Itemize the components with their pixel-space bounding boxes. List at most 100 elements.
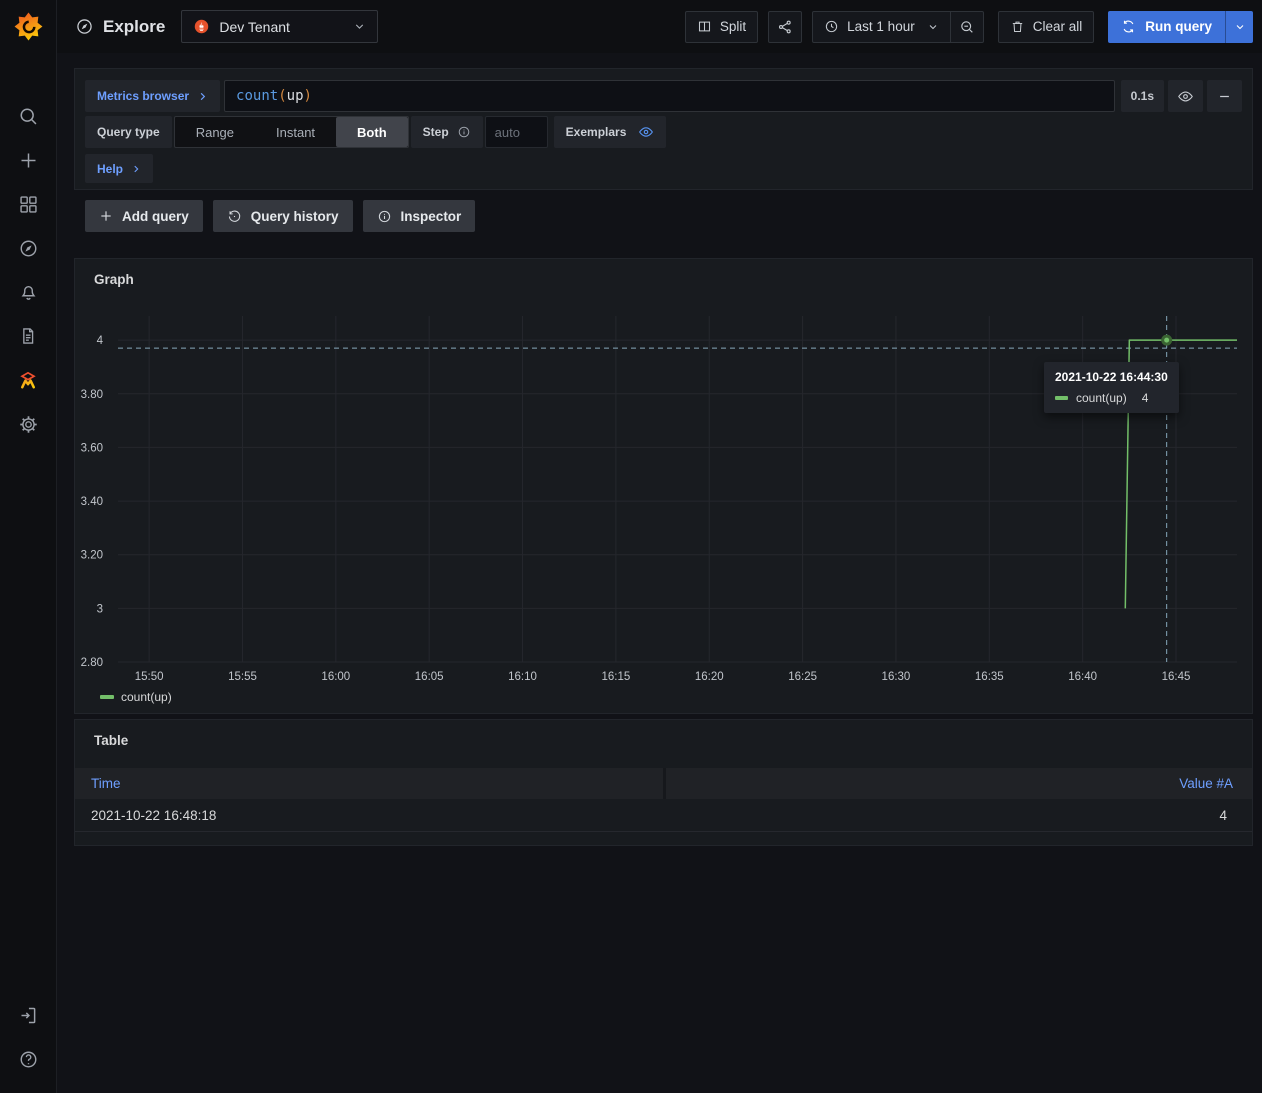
svg-text:16:45: 16:45 (1162, 671, 1191, 683)
history-icon (227, 209, 242, 224)
zoom-out-icon (959, 19, 975, 35)
query-history-button[interactable]: Query history (213, 200, 353, 232)
document-icon (18, 326, 38, 346)
explore-compass-icon (75, 17, 94, 36)
svg-text:3: 3 (97, 603, 103, 615)
table-header-time[interactable]: Time (75, 768, 663, 799)
explore-compass-icon (18, 238, 39, 259)
step-label-text: Step (423, 125, 449, 139)
query-row: Metrics browser count(up) 0.1s (85, 80, 1242, 112)
run-query-label: Run query (1145, 19, 1212, 34)
grafana-explore-app: Explore Dev Tenant Split (0, 0, 1262, 1093)
step-label: Step (411, 116, 483, 148)
query-paren-token: ) (304, 88, 312, 104)
sidebar-item-explore[interactable] (8, 228, 48, 268)
svg-text:16:00: 16:00 (321, 671, 350, 683)
svg-text:16:20: 16:20 (695, 671, 724, 683)
sync-icon (1121, 19, 1136, 34)
svg-text:15:55: 15:55 (228, 671, 257, 683)
trash-icon (1010, 19, 1025, 34)
sidebar-item-dashboards[interactable] (8, 184, 48, 224)
prometheus-icon (193, 18, 210, 35)
table-panel: Table Time Value #A 2021-10-22 16:48:18 … (74, 719, 1253, 846)
graph-tooltip: 2021-10-22 16:44:30 count(up) 4 (1044, 362, 1179, 413)
grafana-logo[interactable] (8, 6, 48, 46)
svg-text:16:15: 16:15 (601, 671, 630, 683)
legend-series-label: count(up) (121, 690, 172, 704)
clear-all-button[interactable]: Clear all (998, 11, 1095, 43)
query-type-both[interactable]: Both (336, 117, 408, 147)
add-query-label: Add query (122, 209, 189, 224)
graph-legend-item[interactable]: count(up) (100, 690, 172, 704)
dashboards-icon (18, 194, 39, 215)
tooltip-series-swatch (1055, 396, 1068, 400)
share-button[interactable] (768, 11, 802, 43)
help-button[interactable]: Help (85, 154, 153, 183)
svg-text:3.40: 3.40 (81, 496, 103, 508)
chevron-right-icon (197, 91, 208, 102)
chevron-right-icon (131, 164, 141, 174)
sidebar-item-alerting[interactable] (8, 272, 48, 312)
tooltip-series-value: 4 (1142, 391, 1149, 405)
tooltip-timestamp: 2021-10-22 16:44:30 (1055, 370, 1168, 384)
sidebar-item-mimir[interactable] (8, 360, 48, 400)
datasource-picker[interactable]: Dev Tenant (181, 10, 378, 43)
run-query-main[interactable]: Run query (1108, 11, 1225, 43)
step-input[interactable] (485, 116, 548, 148)
info-circle-icon (377, 209, 392, 224)
svg-text:16:25: 16:25 (788, 671, 817, 683)
query-editor-panel: Metrics browser count(up) 0.1s (74, 68, 1253, 190)
graph-panel: Graph 43.803.603.403.2032.8015:5015:5516… (74, 258, 1253, 714)
exemplars-eye-icon[interactable] (638, 124, 654, 140)
page-title: Explore (103, 17, 165, 37)
query-actions-row: Add query Query history Inspector (85, 200, 475, 232)
split-label: Split (720, 19, 746, 34)
query-type-label: Query type (85, 116, 172, 148)
remove-query-button[interactable] (1207, 80, 1242, 112)
add-query-button[interactable]: Add query (85, 200, 203, 232)
sidebar-item-help[interactable] (8, 1039, 48, 1079)
query-argument-token: up (287, 88, 304, 104)
eye-icon (1177, 88, 1194, 105)
search-icon (18, 106, 39, 127)
query-options-row: Query type Range Instant Both Step Exemp… (85, 116, 1242, 148)
time-range-picker[interactable]: Last 1 hour (812, 11, 951, 43)
svg-text:16:05: 16:05 (415, 671, 444, 683)
tooltip-series-label: count(up) (1076, 391, 1127, 405)
svg-text:2.80: 2.80 (81, 657, 103, 669)
clear-all-label: Clear all (1033, 19, 1083, 34)
settings-gear-icon (18, 414, 39, 435)
graph-canvas[interactable]: 43.803.603.403.2032.8015:5015:5516:0016:… (75, 259, 1252, 713)
svg-text:3.80: 3.80 (81, 389, 103, 401)
zoom-out-button[interactable] (951, 11, 984, 43)
legend-series-swatch (100, 695, 114, 699)
toggle-visibility-button[interactable] (1168, 80, 1203, 112)
plus-icon (18, 150, 39, 171)
sidebar-item-search[interactable] (8, 96, 48, 136)
sidebar-item-create[interactable] (8, 140, 48, 180)
table-row: 2021-10-22 16:48:18 4 (75, 799, 1252, 832)
help-row: Help (85, 154, 1242, 183)
query-expression-input[interactable]: count(up) (224, 80, 1115, 112)
exemplars-label-text: Exemplars (566, 125, 627, 139)
svg-text:16:40: 16:40 (1068, 671, 1097, 683)
split-button[interactable]: Split (685, 11, 758, 43)
query-type-selector: Range Instant Both (174, 116, 409, 148)
minus-icon (1217, 89, 1232, 104)
metrics-browser-button[interactable]: Metrics browser (85, 80, 220, 112)
share-icon (777, 19, 793, 35)
inspector-button[interactable]: Inspector (363, 200, 476, 232)
svg-text:4: 4 (97, 335, 104, 347)
query-type-range[interactable]: Range (175, 117, 255, 147)
query-elapsed-time: 0.1s (1121, 80, 1164, 112)
info-circle-icon (457, 125, 471, 139)
table-header-value[interactable]: Value #A (666, 768, 1252, 799)
sidebar-item-docs[interactable] (8, 316, 48, 356)
sidebar-item-sign-in[interactable] (8, 995, 48, 1035)
query-type-instant[interactable]: Instant (255, 117, 336, 147)
sidebar-item-settings[interactable] (8, 404, 48, 444)
datasource-value: Dev Tenant (219, 19, 290, 35)
run-query-dropdown[interactable] (1225, 11, 1253, 43)
topbar-actions: Split Last 1 hour (685, 11, 1253, 43)
inspector-label: Inspector (401, 209, 462, 224)
